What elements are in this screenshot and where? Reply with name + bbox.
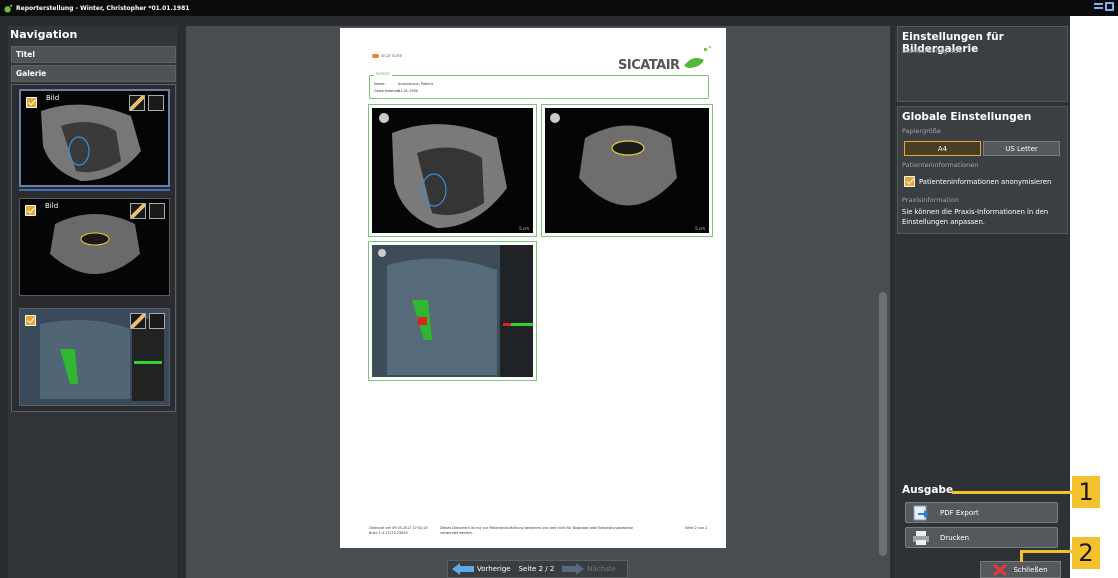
pager-bar: Vorherige Seite 2 / 2 Nächste — [447, 560, 628, 578]
name-value: Anonymous, Patient — [398, 82, 434, 86]
close-x-icon — [993, 563, 1008, 576]
thumb-checkbox-3[interactable] — [25, 315, 36, 326]
patient-info-box: PATIENT Name: Anonymous, Patient Geburtsd… — [369, 72, 709, 99]
gallery-thumb-2[interactable]: Bild — [19, 198, 170, 296]
edit-icon[interactable] — [129, 95, 145, 111]
sicat-air-logo-icon — [684, 46, 711, 68]
print-button[interactable]: Drucken — [905, 527, 1058, 548]
title-bar: Reporterstellung - Winter, Christopher *… — [0, 0, 1118, 16]
preview-scrollbar[interactable] — [879, 292, 887, 556]
paper-a4-button[interactable]: A4 — [904, 141, 981, 156]
next-button[interactable]: Nächste — [558, 561, 620, 577]
callout-line-1 — [952, 491, 1072, 494]
thumb-checkbox-1[interactable] — [26, 97, 37, 108]
gallery-thumb-1[interactable]: Bild — [19, 89, 170, 187]
practice-info-label: Praxisinformation — [902, 196, 960, 204]
expand-icon[interactable] — [148, 95, 164, 111]
report-image-3 — [368, 241, 537, 381]
window-controls — [1094, 2, 1114, 12]
scale-label-1: 5 cm — [519, 226, 529, 231]
report-image-1: 5 cm — [368, 104, 537, 237]
small-brand: SICAT SUITE — [372, 54, 402, 58]
callout-2: 2 — [1072, 537, 1100, 569]
fullscreen-icon[interactable] — [1105, 2, 1114, 11]
dob-label: Geburtsdatum: — [374, 89, 401, 93]
arrow-left-icon — [452, 563, 474, 575]
expand-icon[interactable] — [149, 203, 165, 219]
edit-icon[interactable] — [130, 203, 146, 219]
nav-item-titel[interactable]: Titel — [11, 46, 176, 63]
pdf-export-icon — [913, 505, 929, 520]
gallery-thumb-3[interactable] — [19, 308, 170, 406]
previous-button[interactable]: Vorherige — [448, 561, 515, 577]
global-settings-box: Globale Einstellungen Papiergröße Patien… — [897, 106, 1068, 234]
report-footer-printed: Gedruckt am 09.05.2017 07:52:25 Build 1.… — [369, 526, 428, 535]
output-heading: Ausgabe — [902, 484, 954, 496]
callout-line-2-horizontal — [1020, 550, 1072, 553]
print-label: Drucken — [940, 533, 970, 542]
paper-size-label: Papiergröße — [902, 127, 941, 135]
report-image-2: 5 cm — [541, 104, 713, 237]
next-label: Nächste — [587, 565, 616, 573]
printer-icon — [913, 530, 929, 545]
app-logo-icon — [4, 4, 13, 13]
ct-sagittal-large — [372, 108, 533, 233]
thumb-label-1: Bild — [46, 94, 60, 102]
report-footer-disclaimer: Dieses Dokument ist nur zur Patientenauf… — [440, 526, 633, 535]
page-indicator: Seite 2 / 2 — [518, 565, 555, 573]
close-button[interactable]: Schließen — [980, 561, 1061, 578]
callout-1: 1 — [1072, 476, 1100, 508]
anonymize-label: Patienteninformationen anonymisieren — [919, 177, 1052, 186]
dob-value: 01.01.1900 — [398, 89, 419, 93]
report-footer-page: Seite 2 von 2 — [685, 526, 708, 530]
report-brand: SICATAIR — [618, 58, 680, 73]
arrow-right-icon — [562, 563, 585, 575]
patient-section-label: PATIENT — [374, 72, 393, 76]
anonymize-checkbox[interactable] — [904, 176, 915, 187]
nav-item-galerie[interactable]: Galerie — [11, 65, 176, 82]
thumb-label-2: Bild — [45, 202, 59, 210]
default-image-size-label: Standardbildgröße — [902, 47, 963, 55]
expand-icon[interactable] — [149, 313, 165, 329]
practice-info-text: Sie können die Praxis-Informationen in d… — [902, 208, 1049, 226]
gallery-list: Bild Bild — [11, 84, 176, 412]
thumb-separator — [19, 189, 170, 191]
ct-axial-large — [545, 108, 709, 233]
scale-label-2: 5 cm — [695, 226, 705, 231]
window-title: Reporterstellung - Winter, Christopher *… — [16, 4, 190, 12]
pdf-export-button[interactable]: PDF Export — [905, 502, 1058, 523]
previous-label: Vorherige — [477, 565, 511, 573]
pdf-export-label: PDF Export — [940, 508, 979, 517]
edit-icon[interactable] — [130, 313, 146, 329]
close-label: Schließen — [1013, 565, 1048, 574]
name-label: Name: — [374, 82, 386, 86]
paper-us-letter-button[interactable]: US Letter — [983, 141, 1060, 156]
global-settings-heading: Globale Einstellungen — [902, 111, 1032, 123]
navigation-heading: Navigation — [10, 28, 78, 41]
gallery-settings-box: Einstellungen für Bildergalerie Standard… — [897, 26, 1068, 102]
airway-3d-large — [372, 245, 533, 377]
anonymize-checkbox-row[interactable]: Patienteninformationen anonymisieren — [904, 176, 1051, 187]
minimize-icon[interactable] — [1094, 3, 1103, 12]
thumb-checkbox-2[interactable] — [25, 205, 36, 216]
patient-info-label: Patienteninformationen — [902, 161, 979, 169]
